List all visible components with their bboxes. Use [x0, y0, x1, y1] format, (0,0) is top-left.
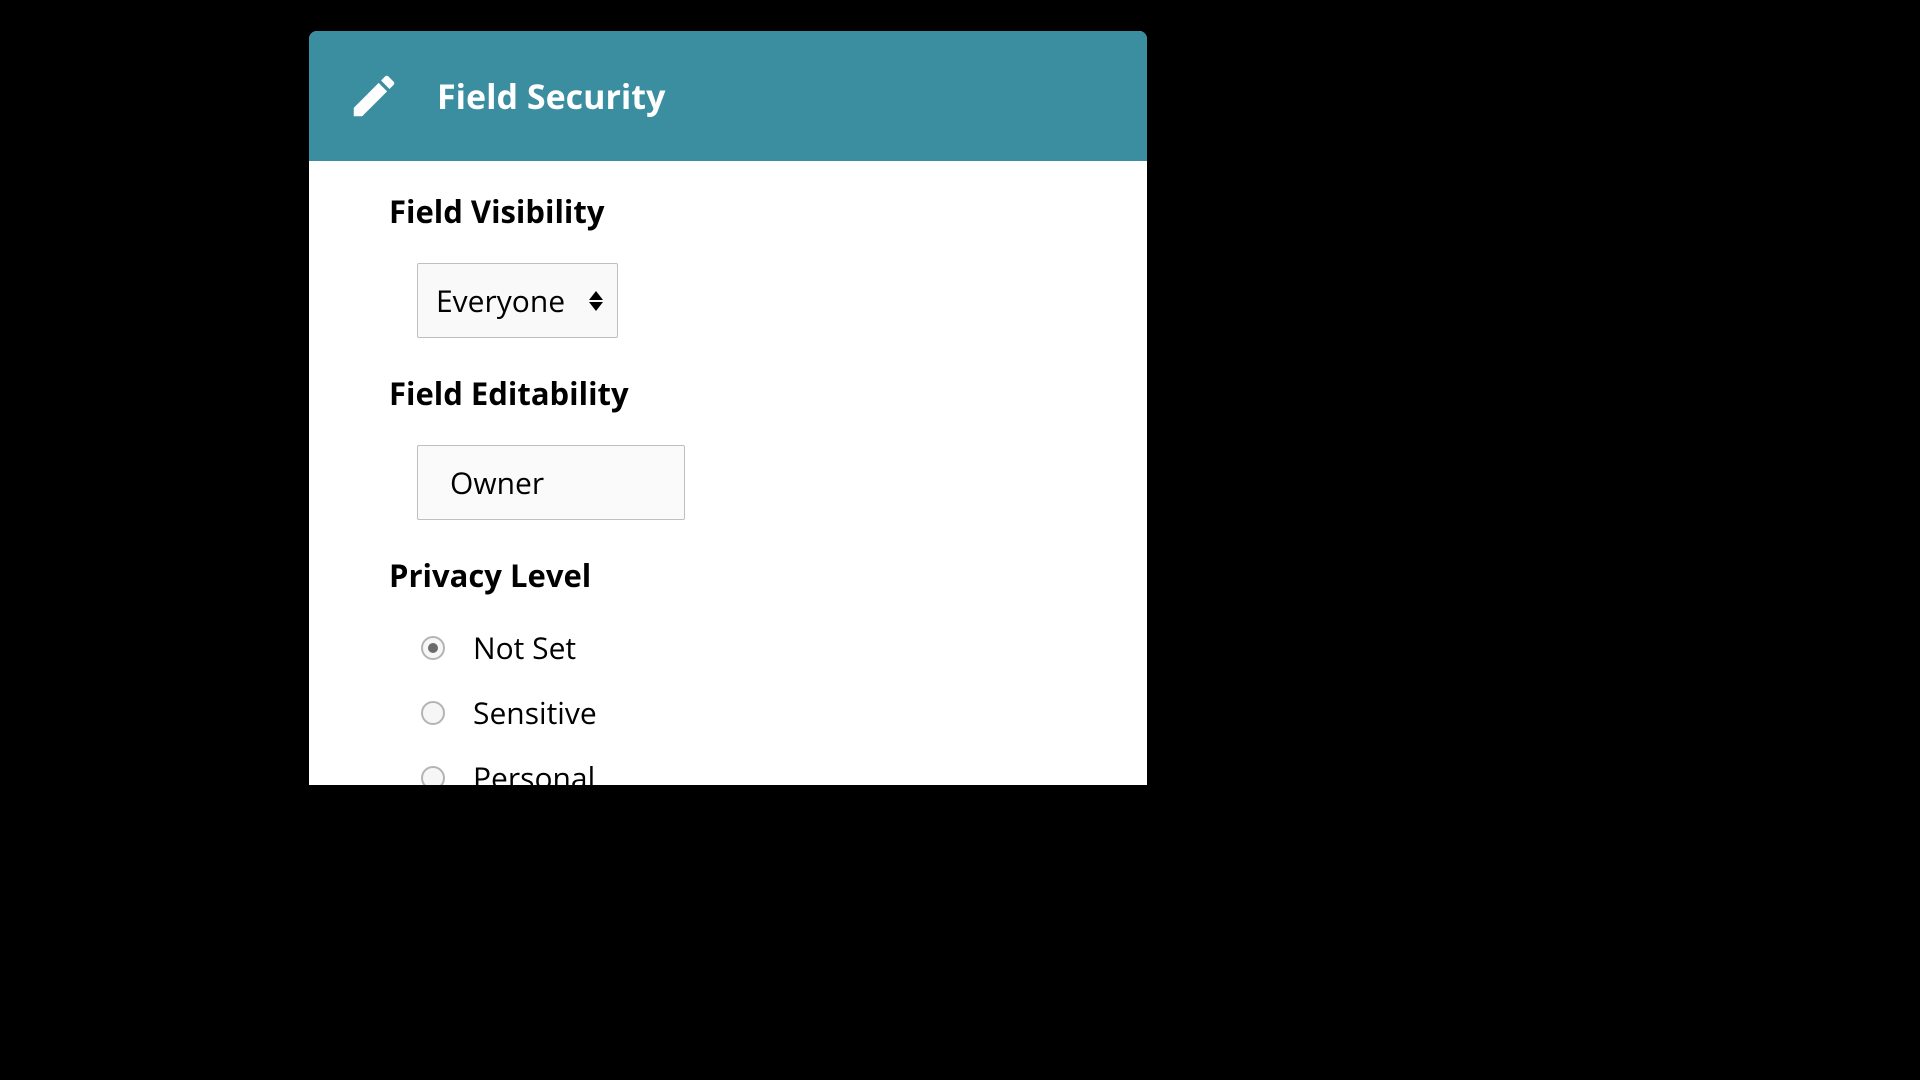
privacy-option-personal[interactable]: Personal: [421, 757, 1147, 785]
panel-header: Field Security: [309, 31, 1147, 161]
radio-icon: [421, 766, 445, 786]
field-visibility-value: Everyone: [436, 280, 565, 321]
panel-title: Field Security: [437, 73, 665, 119]
radio-label: Not Set: [473, 627, 576, 668]
radio-label: Sensitive: [473, 692, 597, 733]
field-editability-label: Field Editability: [389, 373, 1147, 415]
field-editability-select[interactable]: Owner: [417, 445, 685, 520]
privacy-level-label: Privacy Level: [389, 555, 1147, 597]
field-security-panel: Field Security Field Visibility Everyone…: [309, 31, 1147, 785]
radio-label: Personal: [473, 757, 595, 785]
field-visibility-select[interactable]: Everyone: [417, 263, 618, 338]
field-visibility-label: Field Visibility: [389, 191, 1147, 233]
field-editability-group: Field Editability Owner: [389, 373, 1147, 520]
field-visibility-group: Field Visibility Everyone: [389, 191, 1147, 338]
field-editability-value: Owner: [450, 462, 544, 503]
privacy-option-sensitive[interactable]: Sensitive: [421, 692, 1147, 733]
radio-icon: [421, 636, 445, 660]
privacy-level-group: Privacy Level Not Set Sensitive Personal: [389, 555, 1147, 785]
panel-body: Field Visibility Everyone Field Editabil…: [309, 161, 1147, 785]
privacy-option-not-set[interactable]: Not Set: [421, 627, 1147, 668]
select-sort-icon: [589, 291, 603, 311]
privacy-level-radio-group: Not Set Sensitive Personal: [421, 627, 1147, 785]
pencil-icon: [347, 69, 401, 123]
radio-icon: [421, 701, 445, 725]
